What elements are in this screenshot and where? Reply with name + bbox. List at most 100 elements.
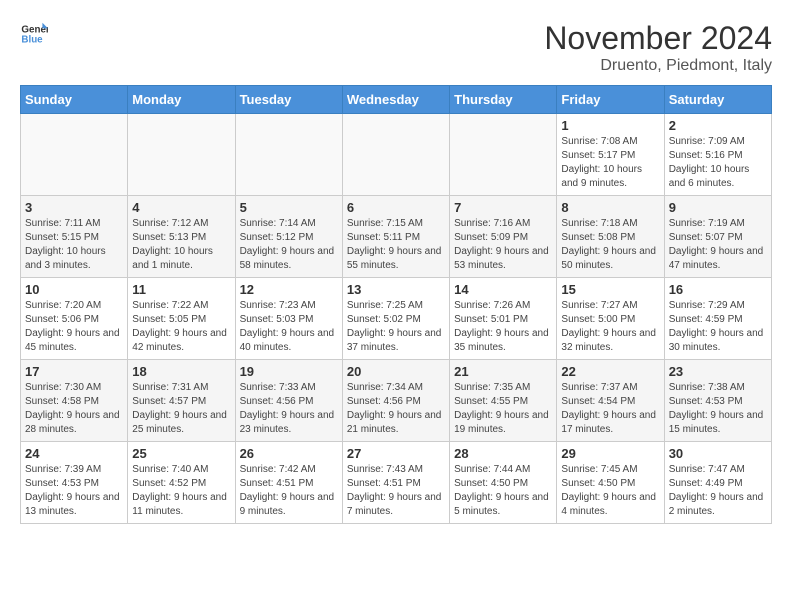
calendar-day-cell: 19 Sunrise: 7:33 AM Sunset: 4:56 PM Dayli… <box>235 360 342 442</box>
calendar-day-cell: 4 Sunrise: 7:12 AM Sunset: 5:13 PM Daylig… <box>128 196 235 278</box>
page-header: General Blue November 2024 Druento, Pied… <box>20 20 772 75</box>
day-of-week-header: Monday <box>128 86 235 114</box>
day-number: 30 <box>669 446 767 461</box>
calendar-day-cell: 13Sunrise: 7:25 AM Sunset: 5:02 PM Dayli… <box>342 278 449 360</box>
day-of-week-header: Sunday <box>21 86 128 114</box>
calendar-day-cell: 24 Sunrise: 7:39 AM Sunset: 4:53 PM Dayli… <box>21 442 128 524</box>
day-of-week-header: Tuesday <box>235 86 342 114</box>
calendar-day-cell: 17 Sunrise: 7:30 AM Sunset: 4:58 PM Dayli… <box>21 360 128 442</box>
calendar-day-cell <box>21 114 128 196</box>
day-number: 23 <box>669 364 767 379</box>
day-number: 12 <box>240 282 338 297</box>
logo-icon: General Blue <box>20 20 48 48</box>
calendar-week-row: 24 Sunrise: 7:39 AM Sunset: 4:53 PM Dayli… <box>21 442 772 524</box>
calendar-week-row: 10 Sunrise: 7:20 AM Sunset: 5:06 PM Dayli… <box>21 278 772 360</box>
calendar-day-cell: 20Sunrise: 7:34 AM Sunset: 4:56 PM Dayli… <box>342 360 449 442</box>
day-of-week-header: Saturday <box>664 86 771 114</box>
day-info: Sunrise: 7:47 AM Sunset: 4:49 PM Dayligh… <box>669 463 767 519</box>
day-number: 6 <box>347 200 445 215</box>
day-info: Sunrise: 7:31 AM Sunset: 4:57 PM Dayligh… <box>132 381 230 437</box>
day-number: 18 <box>132 364 230 379</box>
day-info: Sunrise: 7:18 AM Sunset: 5:08 PM Dayligh… <box>561 217 659 273</box>
day-info: Sunrise: 7:20 AM Sunset: 5:06 PM Dayligh… <box>25 299 123 355</box>
calendar-day-cell: 21 Sunrise: 7:35 AM Sunset: 4:55 PM Dayli… <box>450 360 557 442</box>
day-info: Sunrise: 7:42 AM Sunset: 4:51 PM Dayligh… <box>240 463 338 519</box>
day-info: Sunrise: 7:12 AM Sunset: 5:13 PM Dayligh… <box>132 217 230 273</box>
title-block: November 2024 Druento, Piedmont, Italy <box>544 20 772 75</box>
day-info: Sunrise: 7:23 AM Sunset: 5:03 PM Dayligh… <box>240 299 338 355</box>
calendar-day-cell: 5 Sunrise: 7:14 AM Sunset: 5:12 PM Daylig… <box>235 196 342 278</box>
calendar-day-cell: 25 Sunrise: 7:40 AM Sunset: 4:52 PM Dayli… <box>128 442 235 524</box>
calendar-header-row: SundayMondayTuesdayWednesdayThursdayFrid… <box>21 86 772 114</box>
calendar-day-cell: 16Sunrise: 7:29 AM Sunset: 4:59 PM Dayli… <box>664 278 771 360</box>
calendar-day-cell: 6 Sunrise: 7:15 AM Sunset: 5:11 PM Daylig… <box>342 196 449 278</box>
day-info: Sunrise: 7:44 AM Sunset: 4:50 PM Dayligh… <box>454 463 552 519</box>
day-number: 29 <box>561 446 659 461</box>
calendar-day-cell: 22 Sunrise: 7:37 AM Sunset: 4:54 PM Dayli… <box>557 360 664 442</box>
day-number: 25 <box>132 446 230 461</box>
day-number: 22 <box>561 364 659 379</box>
day-info: Sunrise: 7:16 AM Sunset: 5:09 PM Dayligh… <box>454 217 552 273</box>
calendar-day-cell: 1 Sunrise: 7:08 AM Sunset: 5:17 PM Daylig… <box>557 114 664 196</box>
calendar-day-cell: 26 Sunrise: 7:42 AM Sunset: 4:51 PM Dayli… <box>235 442 342 524</box>
day-number: 21 <box>454 364 552 379</box>
day-info: Sunrise: 7:11 AM Sunset: 5:15 PM Dayligh… <box>25 217 123 273</box>
day-info: Sunrise: 7:22 AM Sunset: 5:05 PM Dayligh… <box>132 299 230 355</box>
calendar-week-row: 17 Sunrise: 7:30 AM Sunset: 4:58 PM Dayli… <box>21 360 772 442</box>
svg-text:Blue: Blue <box>21 34 43 45</box>
calendar-day-cell: 8 Sunrise: 7:18 AM Sunset: 5:08 PM Daylig… <box>557 196 664 278</box>
day-number: 2 <box>669 118 767 133</box>
calendar-week-row: 1 Sunrise: 7:08 AM Sunset: 5:17 PM Daylig… <box>21 114 772 196</box>
day-info: Sunrise: 7:37 AM Sunset: 4:54 PM Dayligh… <box>561 381 659 437</box>
day-number: 15 <box>561 282 659 297</box>
day-info: Sunrise: 7:30 AM Sunset: 4:58 PM Dayligh… <box>25 381 123 437</box>
day-number: 17 <box>25 364 123 379</box>
calendar-week-row: 3 Sunrise: 7:11 AM Sunset: 5:15 PM Daylig… <box>21 196 772 278</box>
day-of-week-header: Wednesday <box>342 86 449 114</box>
day-info: Sunrise: 7:38 AM Sunset: 4:53 PM Dayligh… <box>669 381 767 437</box>
day-info: Sunrise: 7:08 AM Sunset: 5:17 PM Dayligh… <box>561 135 659 191</box>
calendar-day-cell: 30 Sunrise: 7:47 AM Sunset: 4:49 PM Dayli… <box>664 442 771 524</box>
day-number: 26 <box>240 446 338 461</box>
day-info: Sunrise: 7:27 AM Sunset: 5:00 PM Dayligh… <box>561 299 659 355</box>
calendar-day-cell <box>342 114 449 196</box>
location: Druento, Piedmont, Italy <box>544 57 772 75</box>
calendar-day-cell: 27Sunrise: 7:43 AM Sunset: 4:51 PM Dayli… <box>342 442 449 524</box>
day-number: 24 <box>25 446 123 461</box>
month-title: November 2024 <box>544 20 772 57</box>
day-info: Sunrise: 7:29 AM Sunset: 4:59 PM Dayligh… <box>669 299 767 355</box>
day-number: 11 <box>132 282 230 297</box>
day-number: 4 <box>132 200 230 215</box>
calendar-day-cell: 10 Sunrise: 7:20 AM Sunset: 5:06 PM Dayli… <box>21 278 128 360</box>
day-of-week-header: Thursday <box>450 86 557 114</box>
day-info: Sunrise: 7:19 AM Sunset: 5:07 PM Dayligh… <box>669 217 767 273</box>
day-info: Sunrise: 7:34 AM Sunset: 4:56 PM Dayligh… <box>347 381 445 437</box>
logo: General Blue <box>20 20 48 48</box>
calendar-day-cell: 11 Sunrise: 7:22 AM Sunset: 5:05 PM Dayli… <box>128 278 235 360</box>
calendar-day-cell: 28 Sunrise: 7:44 AM Sunset: 4:50 PM Dayli… <box>450 442 557 524</box>
day-number: 10 <box>25 282 123 297</box>
calendar-day-cell: 7Sunrise: 7:16 AM Sunset: 5:09 PM Daylig… <box>450 196 557 278</box>
day-number: 19 <box>240 364 338 379</box>
calendar-day-cell: 14 Sunrise: 7:26 AM Sunset: 5:01 PM Dayli… <box>450 278 557 360</box>
day-info: Sunrise: 7:40 AM Sunset: 4:52 PM Dayligh… <box>132 463 230 519</box>
calendar-day-cell: 9Sunrise: 7:19 AM Sunset: 5:07 PM Daylig… <box>664 196 771 278</box>
day-info: Sunrise: 7:15 AM Sunset: 5:11 PM Dayligh… <box>347 217 445 273</box>
day-info: Sunrise: 7:39 AM Sunset: 4:53 PM Dayligh… <box>25 463 123 519</box>
calendar-day-cell: 12 Sunrise: 7:23 AM Sunset: 5:03 PM Dayli… <box>235 278 342 360</box>
day-number: 5 <box>240 200 338 215</box>
day-number: 1 <box>561 118 659 133</box>
day-info: Sunrise: 7:35 AM Sunset: 4:55 PM Dayligh… <box>454 381 552 437</box>
day-number: 8 <box>561 200 659 215</box>
day-info: Sunrise: 7:33 AM Sunset: 4:56 PM Dayligh… <box>240 381 338 437</box>
day-info: Sunrise: 7:26 AM Sunset: 5:01 PM Dayligh… <box>454 299 552 355</box>
day-number: 28 <box>454 446 552 461</box>
calendar-day-cell: 29Sunrise: 7:45 AM Sunset: 4:50 PM Dayli… <box>557 442 664 524</box>
day-number: 14 <box>454 282 552 297</box>
calendar-day-cell: 3 Sunrise: 7:11 AM Sunset: 5:15 PM Daylig… <box>21 196 128 278</box>
calendar-day-cell <box>450 114 557 196</box>
day-info: Sunrise: 7:14 AM Sunset: 5:12 PM Dayligh… <box>240 217 338 273</box>
calendar-table: SundayMondayTuesdayWednesdayThursdayFrid… <box>20 85 772 524</box>
calendar-day-cell: 23 Sunrise: 7:38 AM Sunset: 4:53 PM Dayli… <box>664 360 771 442</box>
day-number: 3 <box>25 200 123 215</box>
